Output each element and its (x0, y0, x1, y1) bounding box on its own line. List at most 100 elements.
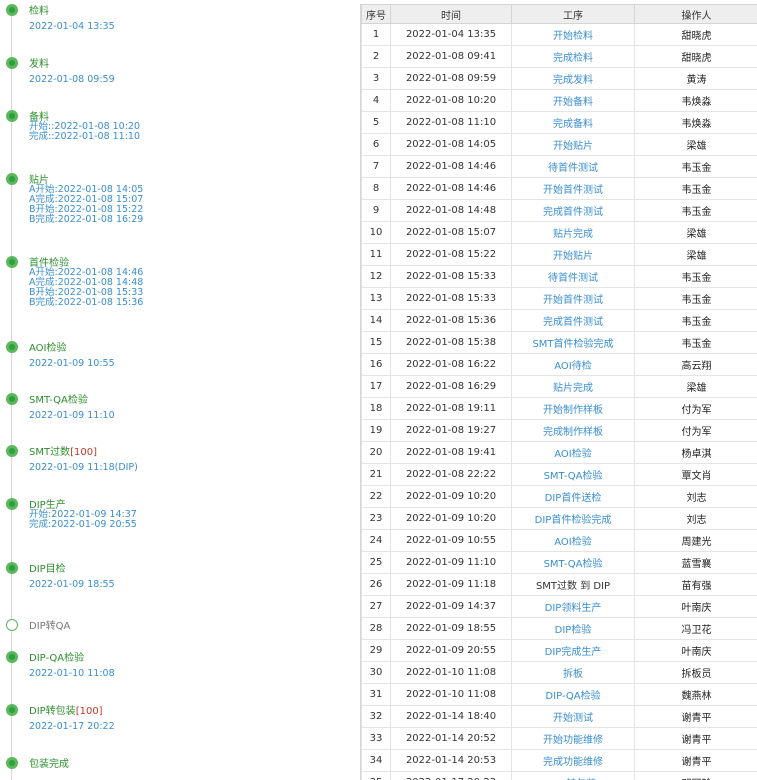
table-row: 33 2022-01-14 20:52 开始功能维修 谢青平 (361, 727, 757, 750)
cell-operator: 梁雄 (634, 221, 757, 244)
cell-index: 11 (361, 243, 391, 266)
records-body: 1 2022-01-04 13:35 开始检料 甜晓虎 2 2022-01-08 09:4… (361, 23, 757, 780)
stage-timestamp: 2022-01-09 11:18(DIP) (29, 462, 138, 473)
cell-index: 26 (361, 573, 391, 596)
cell-time: 2022-01-09 11:18 (390, 573, 512, 596)
table-row: 21 2022-01-08 22:22 SMT-QA检验 覃文肖 (361, 463, 757, 486)
table-row: 11 2022-01-08 15:22 开始贴片 梁雄 (361, 243, 757, 266)
cell-index: 22 (361, 485, 391, 508)
cell-time: 2022-01-14 20:52 (390, 727, 512, 750)
stage-timestamp: B完成:2022-01-08 16:29 (29, 214, 144, 225)
cell-index: 21 (361, 463, 391, 486)
table-row: 24 2022-01-09 10:55 AOI检验 周建光 (361, 529, 757, 552)
cell-operator: 甜晓虎 (634, 45, 757, 68)
cell-operator: 付为军 (634, 397, 757, 420)
cell-operator: 谢青平 (634, 749, 757, 772)
stage-label: DIP-QA检验 (29, 653, 85, 664)
cell-time: 2022-01-09 14:37 (390, 595, 512, 618)
cell-time: 2022-01-08 19:11 (390, 397, 512, 420)
table-row: 352022-01-17 20:22DIP转包装邓国翰 (361, 771, 757, 780)
cell-operator: 刘志 (634, 507, 757, 530)
cell-index: 4 (361, 89, 391, 112)
cell-process: 开始首件测试 (511, 287, 635, 310)
table-row: 16 2022-01-08 16:22 AOI待检 高云翔 (361, 353, 757, 376)
table-header-row: 序号 时间 工序 操作人 (361, 4, 757, 24)
cell-index: 16 (361, 353, 391, 376)
stage-quantity: [100] (70, 447, 97, 458)
cell-process: 开始检料 (511, 23, 635, 46)
cell-time: 2022-01-08 14:05 (390, 133, 512, 156)
table-row: 30 2022-01-10 11:08 拆板 拆板员 (361, 661, 757, 684)
cell-process: 开始贴片 (511, 133, 635, 156)
cell-process: 开始备料 (511, 89, 635, 112)
table-row: 17 2022-01-08 16:29 贴片完成 梁雄 (361, 375, 757, 398)
table-row: 9 2022-01-08 14:48 完成首件测试 韦玉金 (361, 199, 757, 222)
table-row: 12 2022-01-08 15:33 待首件测试 韦玉金 (361, 265, 757, 288)
cell-index: 19 (361, 419, 391, 442)
cell-index: 32 (361, 705, 391, 728)
stage-timestamp: 2022-01-09 10:55 (29, 358, 115, 369)
cell-time: 2022-01-08 16:29 (390, 375, 512, 398)
cell-time: 2022-01-08 14:48 (390, 199, 512, 222)
cell-time: 2022-01-17 20:22 (390, 771, 512, 780)
operation-records[interactable]: 序号 时间 工序 操作人 1 2022-01-04 13:35 开始检料 甜晓虎 2 20… (360, 4, 757, 780)
cell-operator: 付为军 (634, 419, 757, 442)
cell-process: 开始制作样板 (511, 397, 635, 420)
cell-process: SMT首件检验完成 (511, 331, 635, 354)
cell-process: SMT-QA检验 (511, 551, 635, 574)
cell-index: 6 (361, 133, 391, 156)
cell-process: DIP首件检验完成 (511, 507, 635, 530)
stage-complete-icon (6, 757, 18, 769)
table-row: 5 2022-01-08 11:10 完成备料 韦焕淼 (361, 111, 757, 134)
col-header-operator: 操作人 (634, 4, 757, 24)
cell-time: 2022-01-08 10:20 (390, 89, 512, 112)
stage-timestamp: 2022-01-09 18:55 (29, 579, 115, 590)
stage-complete-icon (6, 704, 18, 716)
stage-complete-icon (6, 445, 18, 457)
stage-complete-icon (6, 341, 18, 353)
stage-timestamp: 2022-01-04 13:35 (29, 21, 115, 32)
stage-timestamp: 2022-01-10 11:08 (29, 668, 115, 679)
cell-process: 完成备料 (511, 111, 635, 134)
cell-operator: 韦玉金 (634, 265, 757, 288)
cell-process: DIP检验 (511, 617, 635, 640)
cell-time: 2022-01-08 15:38 (390, 331, 512, 354)
stage-name: SMT-QA检验 (29, 391, 88, 406)
table-row: 6 2022-01-08 14:05 开始贴片 梁雄 (361, 133, 757, 156)
stage-timestamp: 完成::2022-01-08 11:10 (29, 131, 141, 142)
table-row: 32 2022-01-14 18:40 开始测试 谢青平 (361, 705, 757, 728)
cell-process: 待首件测试 (511, 265, 635, 288)
cell-index: 8 (361, 177, 391, 200)
stage-timestamp: 2022-01-17 20:22 (29, 721, 115, 732)
cell-index: 5 (361, 111, 391, 134)
table-row: 18 2022-01-08 19:11 开始制作样板 付为军 (361, 397, 757, 420)
cell-index: 12 (361, 265, 391, 288)
stage-complete-icon (6, 562, 18, 574)
cell-process: DIP-QA检验 (511, 683, 635, 706)
cell-time: 2022-01-08 15:36 (390, 309, 512, 332)
stage-complete-icon (6, 651, 18, 663)
cell-time: 2022-01-08 19:27 (390, 419, 512, 442)
cell-time: 2022-01-14 18:40 (390, 705, 512, 728)
cell-time: 2022-01-10 11:08 (390, 683, 512, 706)
table-row: 31 2022-01-10 11:08 DIP-QA检验 魏燕林 (361, 683, 757, 706)
table-row: 26 2022-01-09 11:18 SMT过数 到 DIP 苗有强 (361, 573, 757, 596)
cell-time: 2022-01-08 22:22 (390, 463, 512, 486)
cell-index: 28 (361, 617, 391, 640)
cell-index: 18 (361, 397, 391, 420)
cell-index: 2 (361, 45, 391, 68)
stage-complete-icon (6, 256, 18, 268)
cell-process: 开始贴片 (511, 243, 635, 266)
stage-label: 包装完成 (29, 759, 69, 770)
table-row: 1 2022-01-04 13:35 开始检料 甜晓虎 (361, 23, 757, 46)
cell-index: 14 (361, 309, 391, 332)
stage-name: 检料 (29, 2, 49, 17)
cell-index: 1 (361, 23, 391, 46)
cell-process: DIP完成生产 (511, 639, 635, 662)
table-row: 3 2022-01-08 09:59 完成发料 黄涛 (361, 67, 757, 90)
cell-index: 24 (361, 529, 391, 552)
table-row: 28 2022-01-09 18:55 DIP检验 冯卫花 (361, 617, 757, 640)
stage-label: 发料 (29, 59, 49, 70)
table-row: 29 2022-01-09 20:55 DIP完成生产 叶南庆 (361, 639, 757, 662)
records-table: 序号 时间 工序 操作人 1 2022-01-04 13:35 开始检料 甜晓虎 2 20… (361, 4, 757, 780)
